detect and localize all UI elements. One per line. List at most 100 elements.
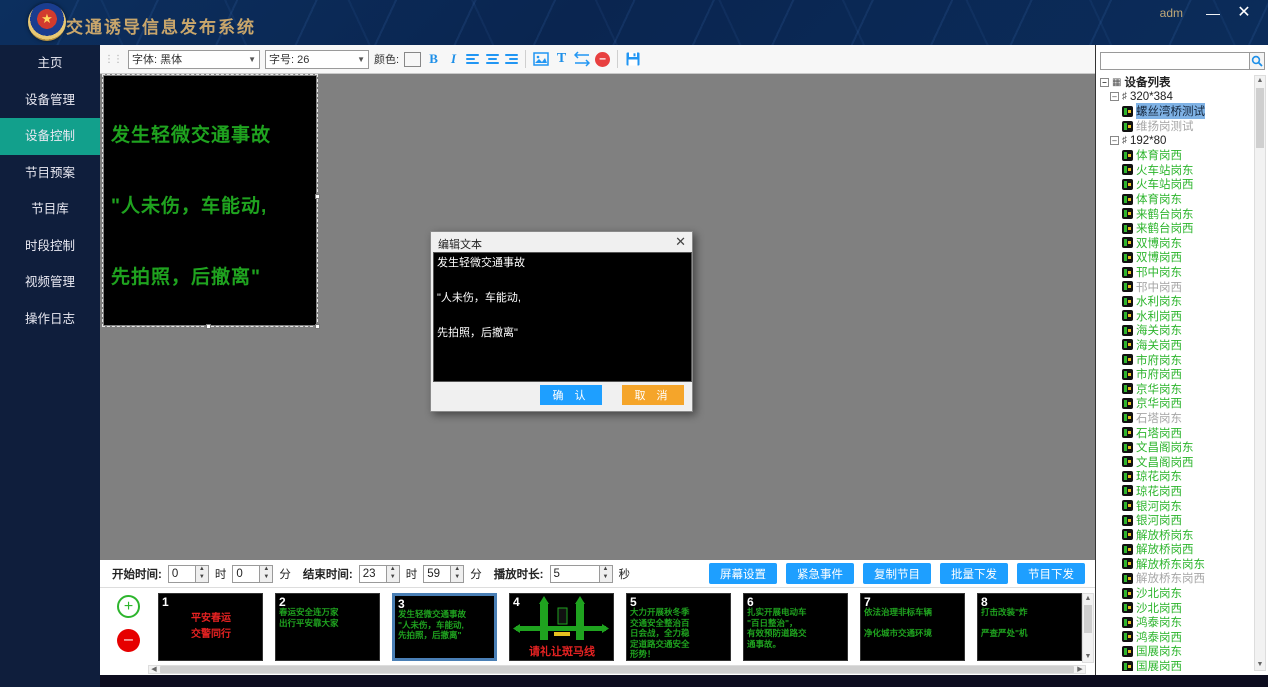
sidebar-item-节目库[interactable]: 节目库 (0, 191, 100, 228)
action-button-紧急事件[interactable]: 紧急事件 (786, 563, 854, 584)
insert-image-button[interactable] (533, 51, 549, 67)
scroll-up-icon[interactable]: ▲ (1255, 76, 1265, 86)
spin-down-icon[interactable]: ▼ (196, 574, 208, 582)
end-minute-stepper[interactable]: 59▲▼ (423, 565, 464, 583)
tree-group-320*384[interactable]: –♯320*384 (1098, 90, 1253, 105)
device-item-火车站岗西[interactable]: 火车站岗西 (1098, 177, 1253, 192)
sidebar-item-节目预案[interactable]: 节目预案 (0, 155, 100, 192)
device-item-体育岗西[interactable]: 体育岗西 (1098, 148, 1253, 163)
frame-thumbnail-3[interactable]: 3发生轻微交通事故 "人未伤，车能动, 先拍照，后撤离" (392, 593, 497, 661)
scroll-up-icon[interactable]: ▲ (1083, 594, 1093, 604)
tree-group-192*80[interactable]: –♯192*80 (1098, 133, 1253, 148)
sidebar-item-操作日志[interactable]: 操作日志 (0, 301, 100, 338)
device-item-邗中岗西[interactable]: 邗中岗西 (1098, 279, 1253, 294)
device-item-银河岗东[interactable]: 银河岗东 (1098, 498, 1253, 513)
color-swatch[interactable] (404, 52, 421, 67)
spin-up-icon[interactable]: ▲ (196, 566, 208, 574)
scroll-down-icon[interactable]: ▼ (1255, 660, 1265, 670)
action-button-批量下发[interactable]: 批量下发 (940, 563, 1008, 584)
remove-frame-button[interactable]: – (117, 629, 140, 652)
delete-item-button[interactable]: – (595, 52, 610, 67)
sidebar-item-主页[interactable]: 主页 (0, 45, 100, 82)
spin-down-icon[interactable]: ▼ (387, 574, 399, 582)
collapse-icon[interactable]: – (1110, 136, 1119, 145)
duration-stepper[interactable]: 5▲▼ (550, 565, 613, 583)
horizontal-scrollbar[interactable]: ◀ ▶ (148, 665, 1086, 674)
vertical-scrollbar[interactable]: ▲ ▼ (1082, 593, 1094, 663)
frame-thumbnail-6[interactable]: 6扎实开展电动车 "百日整治"， 有效预防道路交 通事故。 (743, 593, 848, 661)
device-item-解放桥岗东[interactable]: 解放桥岗东 (1098, 527, 1253, 542)
scroll-left-icon[interactable]: ◀ (149, 666, 159, 673)
device-item-体育岗东[interactable]: 体育岗东 (1098, 192, 1253, 207)
led-display-preview[interactable]: 发生轻微交通事故 "人未伤，车能动, 先拍照，后撤离" (104, 76, 316, 325)
action-button-复制节目[interactable]: 复制节目 (863, 563, 931, 584)
sidebar-item-设备控制[interactable]: 设备控制 (0, 118, 100, 155)
scrollbar-thumb[interactable] (1256, 88, 1264, 148)
action-button-屏幕设置[interactable]: 屏幕设置 (709, 563, 777, 584)
device-item-邗中岗东[interactable]: 邗中岗东 (1098, 265, 1253, 280)
minimize-button[interactable]: — (1203, 8, 1223, 22)
confirm-button[interactable]: 确 认 (540, 385, 602, 405)
device-item-螺丝湾桥测试[interactable]: 螺丝湾桥测试 (1098, 104, 1253, 119)
align-center-button[interactable] (485, 54, 499, 64)
collapse-icon[interactable]: – (1100, 78, 1109, 87)
device-item-来鹤台岗西[interactable]: 来鹤台岗西 (1098, 221, 1253, 236)
search-icon[interactable] (1250, 52, 1265, 70)
frame-thumbnail-8[interactable]: 8打击改装"炸 严查严处"机 (977, 593, 1082, 661)
device-item-解放桥东岗东[interactable]: 解放桥东岗东 (1098, 557, 1253, 572)
device-item-鸿泰岗西[interactable]: 鸿泰岗西 (1098, 630, 1253, 645)
end-hour-stepper[interactable]: 23▲▼ (359, 565, 400, 583)
frame-thumbnail-4[interactable]: 4请礼让斑马线 (509, 593, 614, 661)
close-button[interactable]: ✕ (1234, 4, 1254, 22)
action-button-节目下发[interactable]: 节目下发 (1017, 563, 1085, 584)
align-left-button[interactable] (466, 54, 480, 64)
device-item-沙北岗西[interactable]: 沙北岗西 (1098, 600, 1253, 615)
fit-width-button[interactable] (574, 51, 590, 67)
device-item-琼花岗西[interactable]: 琼花岗西 (1098, 484, 1253, 499)
frame-thumbnail-5[interactable]: 5大力开展秋冬季 交通安全整治百 日会战，全力稳 定道路交通安全 形势！ (626, 593, 731, 661)
sidebar-item-时段控制[interactable]: 时段控制 (0, 228, 100, 265)
device-item-来鹤台岗东[interactable]: 来鹤台岗东 (1098, 206, 1253, 221)
scrollbar-thumb[interactable] (160, 666, 1074, 673)
device-item-维扬岗测试[interactable]: 维扬岗测试 (1098, 119, 1253, 134)
device-item-海关岗东[interactable]: 海关岗东 (1098, 323, 1253, 338)
frame-thumbnail-2[interactable]: 2春运安全连万家 出行平安靠大家 (275, 593, 380, 661)
resize-handle[interactable] (206, 324, 211, 329)
device-item-火车站岗东[interactable]: 火车站岗东 (1098, 163, 1253, 178)
design-canvas[interactable]: 发生轻微交通事故 "人未伤，车能动, 先拍照，后撤离" 编辑文本 ✕ 发生轻微交… (100, 74, 1095, 560)
device-item-市府岗东[interactable]: 市府岗东 (1098, 352, 1253, 367)
device-item-鸿泰岗东[interactable]: 鸿泰岗东 (1098, 615, 1253, 630)
collapse-icon[interactable]: – (1110, 92, 1119, 101)
dialog-close-icon[interactable]: ✕ (675, 234, 686, 250)
font-size-dropdown[interactable]: 字号: 26▼ (265, 50, 369, 69)
spin-down-icon[interactable]: ▼ (451, 574, 463, 582)
device-item-琼花岗东[interactable]: 琼花岗东 (1098, 469, 1253, 484)
device-item-石塔岗东[interactable]: 石塔岗东 (1098, 411, 1253, 426)
start-minute-stepper[interactable]: 0▲▼ (232, 565, 273, 583)
device-item-水利岗西[interactable]: 水利岗西 (1098, 309, 1253, 324)
bold-button[interactable]: B (426, 51, 441, 67)
device-item-海关岗西[interactable]: 海关岗西 (1098, 338, 1253, 353)
device-tree-scrollbar[interactable]: ▲ ▼ (1254, 75, 1266, 671)
device-item-银河岗西[interactable]: 银河岗西 (1098, 513, 1253, 528)
device-item-沙北岗东[interactable]: 沙北岗东 (1098, 586, 1253, 601)
device-item-京华岗西[interactable]: 京华岗西 (1098, 396, 1253, 411)
spin-up-icon[interactable]: ▲ (600, 566, 612, 574)
device-item-解放桥岗西[interactable]: 解放桥岗西 (1098, 542, 1253, 557)
align-right-button[interactable] (504, 54, 518, 64)
spin-down-icon[interactable]: ▼ (260, 574, 272, 582)
spin-up-icon[interactable]: ▲ (451, 566, 463, 574)
sidebar-item-设备管理[interactable]: 设备管理 (0, 82, 100, 119)
scrollbar-thumb[interactable] (1084, 605, 1092, 633)
device-item-国展岗东[interactable]: 国展岗东 (1098, 644, 1253, 659)
device-search-input[interactable] (1100, 52, 1250, 70)
add-frame-button[interactable]: + (117, 595, 140, 618)
edit-text-area[interactable]: 发生轻微交通事故 "人未伤，车能动, 先拍照，后撤离" (433, 252, 692, 382)
resize-handle[interactable] (315, 194, 320, 199)
device-item-市府岗西[interactable]: 市府岗西 (1098, 367, 1253, 382)
tree-root[interactable]: –▦设备列表 (1098, 75, 1253, 90)
spin-up-icon[interactable]: ▲ (260, 566, 272, 574)
device-item-水利岗东[interactable]: 水利岗东 (1098, 294, 1253, 309)
sidebar-item-视频管理[interactable]: 视频管理 (0, 264, 100, 301)
device-item-解放桥东岗西[interactable]: 解放桥东岗西 (1098, 571, 1253, 586)
